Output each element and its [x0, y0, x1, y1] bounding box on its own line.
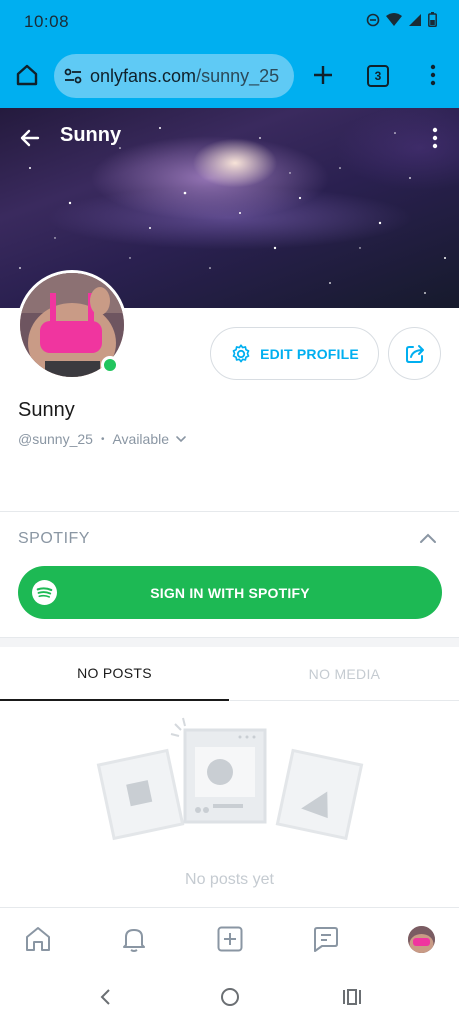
edit-profile-label: EDIT PROFILE — [260, 345, 359, 362]
home-circle-icon[interactable] — [220, 987, 240, 1007]
meta-separator: • — [100, 433, 105, 445]
spotify-sign-in-button[interactable]: SIGN IN WITH SPOTIFY — [18, 566, 442, 619]
back-icon[interactable] — [98, 987, 112, 1007]
address-bar[interactable]: onlyfans.com/sunny_25 — [54, 54, 294, 98]
back-arrow-icon[interactable] — [18, 126, 42, 150]
status-icons — [366, 12, 437, 27]
spotify-section-title: SPOTIFY — [18, 530, 90, 547]
more-vert-icon[interactable] — [420, 62, 446, 88]
chevron-up-icon[interactable] — [418, 530, 438, 546]
home-icon[interactable] — [23, 924, 53, 954]
share-icon — [405, 344, 424, 363]
dnd-icon — [366, 13, 380, 26]
status-bar: 10:08 — [0, 0, 459, 44]
site-settings-icon[interactable] — [62, 65, 84, 87]
plus-icon[interactable] — [310, 62, 336, 88]
edit-profile-button[interactable]: EDIT PROFILE — [210, 327, 379, 380]
tab-posts[interactable]: NO POSTS — [0, 647, 229, 701]
availability-dropdown[interactable]: Available — [112, 431, 187, 447]
wifi-icon — [386, 12, 402, 26]
profile-more-icon[interactable] — [428, 126, 442, 150]
recents-icon[interactable] — [342, 987, 362, 1007]
nav-avatar-photo — [408, 926, 435, 953]
android-nav-bar — [0, 971, 459, 1024]
tab-switcher-button[interactable]: 3 — [367, 65, 389, 87]
url-domain: onlyfans.com — [90, 65, 197, 86]
divider — [0, 511, 459, 512]
share-profile-button[interactable] — [388, 327, 441, 380]
profile-avatar[interactable] — [408, 926, 435, 953]
battery-icon — [428, 12, 437, 27]
profile-meta: @sunny_25 • Available — [18, 431, 187, 447]
empty-posts-illustration — [96, 717, 364, 841]
availability-label: Available — [112, 431, 170, 447]
gear-icon — [232, 343, 250, 362]
cover-title: Sunny — [60, 124, 122, 146]
browser-toolbar: onlyfans.com/sunny_25 3 — [0, 44, 459, 108]
tab-media[interactable]: NO MEDIA — [230, 647, 459, 701]
messages-icon[interactable] — [311, 924, 341, 954]
bottom-nav — [0, 907, 459, 971]
url-text: onlyfans.com/sunny_25 — [90, 66, 279, 87]
chevron-down-icon — [176, 436, 186, 443]
online-status-dot — [101, 356, 119, 374]
empty-posts-text: No posts yet — [185, 871, 274, 888]
bell-icon[interactable] — [119, 924, 149, 954]
spotify-sign-in-label: SIGN IN WITH SPOTIFY — [150, 584, 310, 601]
add-post-icon[interactable] — [215, 924, 245, 954]
url-path: /sunny_25 — [196, 65, 280, 86]
status-time: 10:08 — [24, 12, 70, 31]
profile-name: Sunny — [18, 399, 75, 421]
signal-icon — [409, 13, 421, 26]
spotify-icon — [32, 580, 57, 605]
profile-handle: @sunny_25 — [18, 431, 93, 447]
section-gap — [0, 637, 459, 647]
home-icon[interactable] — [14, 62, 40, 88]
